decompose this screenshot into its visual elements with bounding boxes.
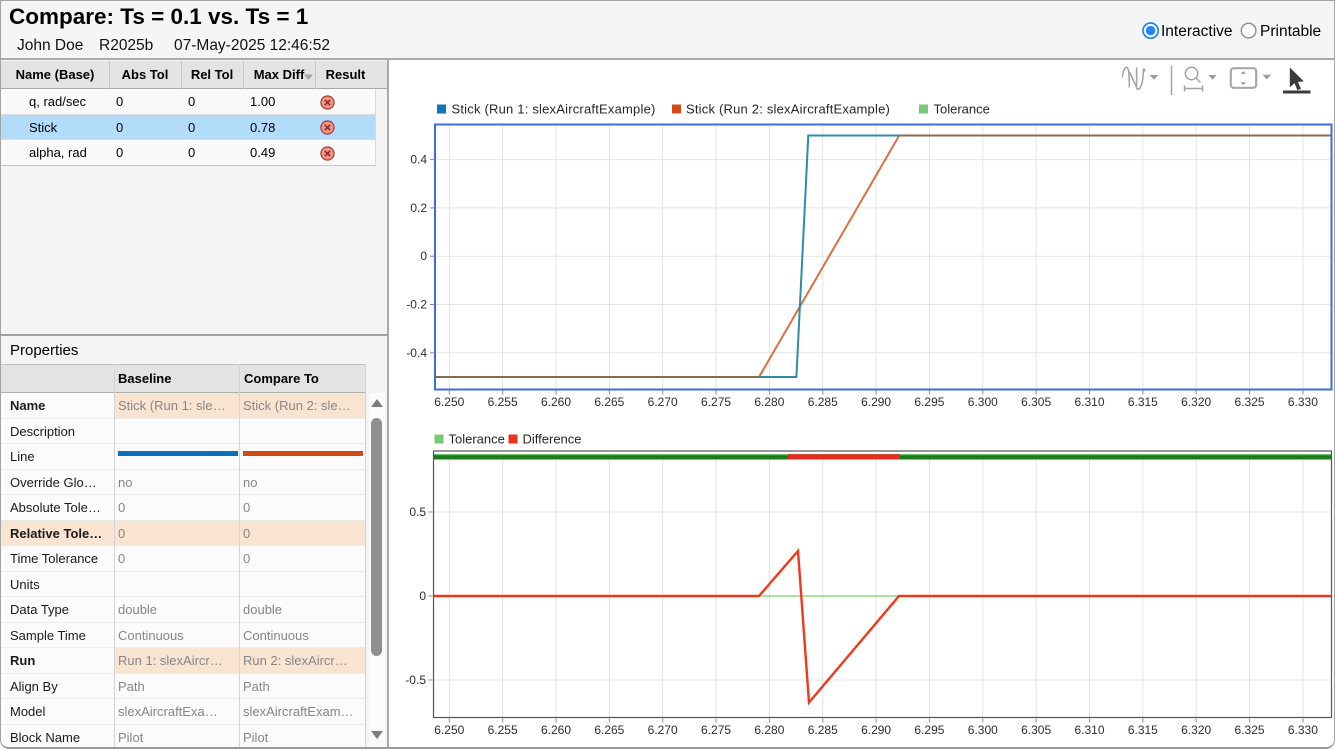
svg-text:6.290: 6.290 <box>861 723 891 737</box>
svg-text:6.325: 6.325 <box>1235 723 1265 737</box>
svg-text:6.285: 6.285 <box>808 395 838 409</box>
svg-text:0.5: 0.5 <box>409 505 426 519</box>
svg-text:Tolerance: Tolerance <box>934 102 990 117</box>
svg-text:6.305: 6.305 <box>1021 395 1051 409</box>
svg-text:0.4: 0.4 <box>410 153 427 167</box>
svg-text:6.330: 6.330 <box>1288 395 1318 409</box>
svg-text:0.2: 0.2 <box>410 201 427 215</box>
svg-text:Stick (Run 2: slexAircraftExam: Stick (Run 2: slexAircraftExample) <box>686 102 890 117</box>
svg-text:6.265: 6.265 <box>594 395 624 409</box>
svg-text:-0.4: -0.4 <box>406 346 427 360</box>
svg-text:6.265: 6.265 <box>594 723 624 737</box>
svg-text:6.325: 6.325 <box>1235 395 1265 409</box>
svg-text:6.275: 6.275 <box>701 723 731 737</box>
svg-text:6.330: 6.330 <box>1288 723 1318 737</box>
svg-text:6.255: 6.255 <box>488 395 518 409</box>
svg-text:0: 0 <box>420 249 427 263</box>
svg-text:6.255: 6.255 <box>488 723 518 737</box>
svg-text:6.260: 6.260 <box>541 723 571 737</box>
svg-text:-0.2: -0.2 <box>406 298 427 312</box>
svg-text:0: 0 <box>419 589 426 603</box>
svg-text:-0.5: -0.5 <box>405 673 426 687</box>
svg-text:6.310: 6.310 <box>1074 723 1104 737</box>
svg-text:6.295: 6.295 <box>914 723 944 737</box>
svg-text:6.285: 6.285 <box>808 723 838 737</box>
svg-text:6.310: 6.310 <box>1074 395 1104 409</box>
svg-text:6.305: 6.305 <box>1021 723 1051 737</box>
svg-text:6.250: 6.250 <box>434 723 464 737</box>
svg-text:6.270: 6.270 <box>648 723 678 737</box>
svg-text:6.260: 6.260 <box>541 395 571 409</box>
svg-text:6.275: 6.275 <box>701 395 731 409</box>
svg-text:Stick (Run 1: slexAircraftExam: Stick (Run 1: slexAircraftExample) <box>452 102 656 117</box>
svg-text:6.300: 6.300 <box>968 395 998 409</box>
svg-text:6.290: 6.290 <box>861 395 891 409</box>
svg-text:6.320: 6.320 <box>1181 723 1211 737</box>
svg-text:6.280: 6.280 <box>754 395 784 409</box>
svg-text:Difference: Difference <box>523 432 582 447</box>
svg-text:6.270: 6.270 <box>648 395 678 409</box>
svg-text:6.320: 6.320 <box>1181 395 1211 409</box>
svg-text:6.295: 6.295 <box>914 395 944 409</box>
svg-text:6.250: 6.250 <box>434 395 464 409</box>
svg-text:6.315: 6.315 <box>1128 395 1158 409</box>
svg-text:6.315: 6.315 <box>1128 723 1158 737</box>
svg-text:Tolerance: Tolerance <box>449 432 505 447</box>
svg-text:6.300: 6.300 <box>968 723 998 737</box>
svg-text:6.280: 6.280 <box>754 723 784 737</box>
